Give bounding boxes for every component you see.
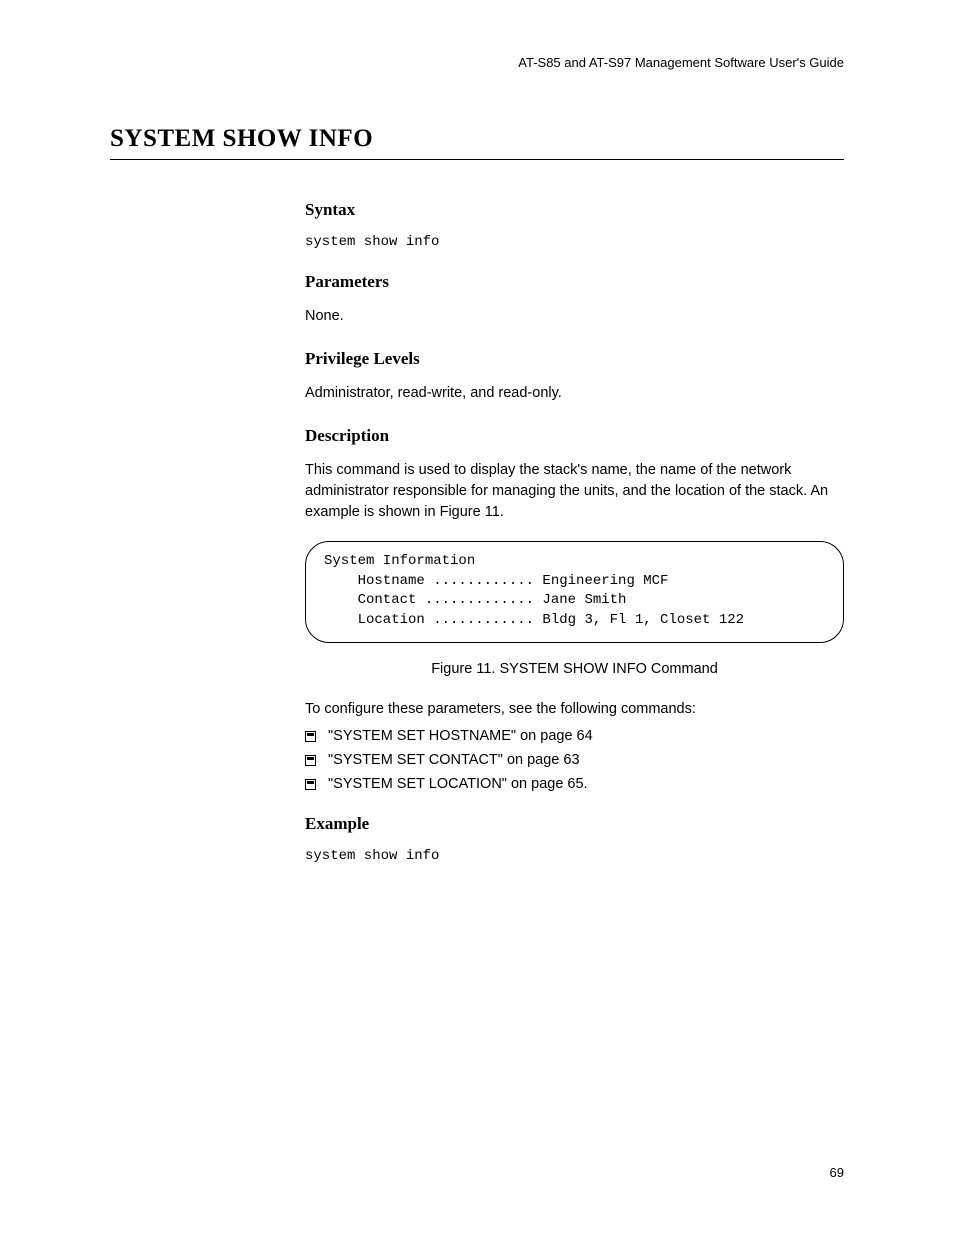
reference-link: "SYSTEM SET CONTACT" on page 63: [328, 752, 580, 768]
reference-link: "SYSTEM SET HOSTNAME" on page 64: [328, 728, 593, 744]
checkbox-icon: [305, 731, 316, 742]
privilege-heading: Privilege Levels: [305, 349, 844, 369]
syntax-heading: Syntax: [305, 200, 844, 220]
doc-header: AT-S85 and AT-S97 Management Software Us…: [110, 55, 844, 70]
parameters-heading: Parameters: [305, 272, 844, 292]
list-item: "SYSTEM SET HOSTNAME" on page 64: [305, 728, 844, 744]
page-number: 69: [830, 1165, 844, 1180]
reference-link: "SYSTEM SET LOCATION" on page 65.: [328, 776, 588, 792]
example-heading: Example: [305, 814, 844, 834]
syntax-code: system show info: [305, 234, 844, 250]
privilege-text: Administrator, read-write, and read-only…: [305, 383, 844, 404]
description-heading: Description: [305, 426, 844, 446]
description-text: This command is used to display the stac…: [305, 460, 844, 523]
checkbox-icon: [305, 779, 316, 790]
content-area: Syntax system show info Parameters None.…: [305, 200, 844, 864]
figure-caption: Figure 11. SYSTEM SHOW INFO Command: [305, 661, 844, 677]
list-item: "SYSTEM SET CONTACT" on page 63: [305, 752, 844, 768]
parameters-text: None.: [305, 306, 844, 327]
list-item: "SYSTEM SET LOCATION" on page 65.: [305, 776, 844, 792]
page-title: SYSTEM SHOW INFO: [110, 125, 844, 160]
output-box: System Information Hostname ............…: [305, 541, 844, 643]
followup-text: To configure these parameters, see the f…: [305, 699, 844, 720]
example-code: system show info: [305, 848, 844, 864]
checkbox-icon: [305, 755, 316, 766]
